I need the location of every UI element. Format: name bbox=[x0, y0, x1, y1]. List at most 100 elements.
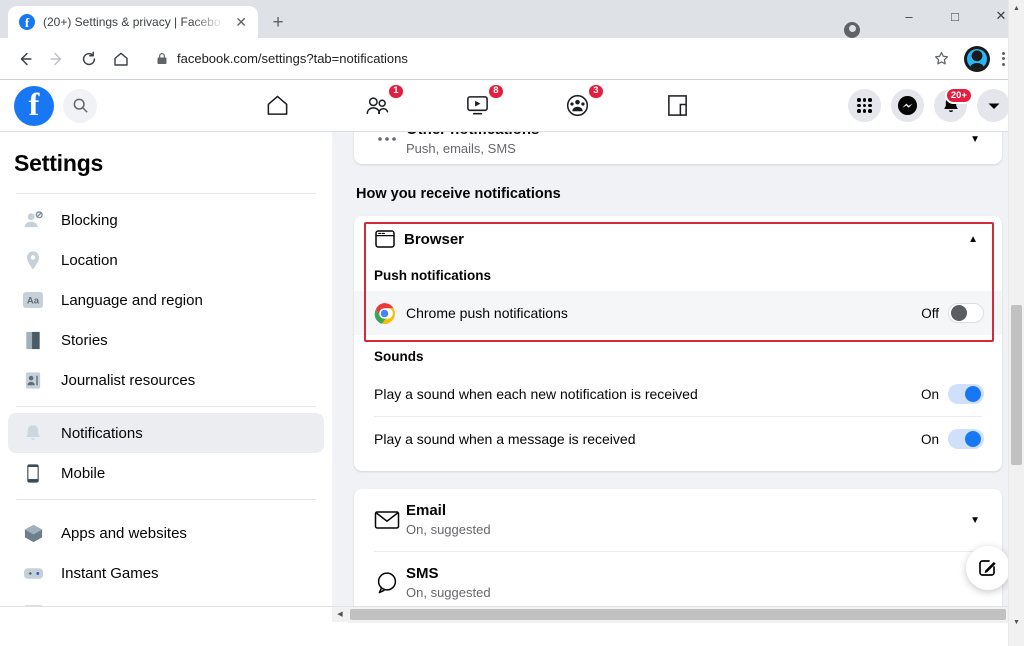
back-icon[interactable] bbox=[10, 44, 40, 74]
window-scrollbar-thumb[interactable] bbox=[1011, 305, 1022, 465]
mobile-icon bbox=[22, 462, 44, 484]
new-tab-button[interactable]: + bbox=[264, 8, 292, 36]
sms-title: SMS bbox=[406, 566, 984, 582]
browser-toolbar: facebook.com/settings?tab=notifications bbox=[0, 38, 1024, 80]
nav-home[interactable] bbox=[257, 85, 299, 127]
chrome-push-toggle[interactable] bbox=[948, 303, 984, 323]
avatar[interactable] bbox=[964, 46, 990, 72]
sidebar-item-notifications[interactable]: Notifications bbox=[8, 413, 324, 453]
messenger-icon[interactable] bbox=[891, 89, 924, 122]
maximize-button[interactable]: □ bbox=[932, 0, 978, 32]
search-icon[interactable] bbox=[63, 89, 97, 123]
sounds-label: Sounds bbox=[354, 335, 1002, 372]
chrome-icon bbox=[374, 303, 395, 324]
nav-groups[interactable]: 3 bbox=[557, 85, 599, 127]
sidebar-item-language[interactable]: Aa Language and region bbox=[8, 280, 324, 320]
email-title: Email bbox=[406, 503, 970, 519]
dots-icon bbox=[372, 136, 402, 142]
sidebar-item-journalist[interactable]: Journalist resources bbox=[8, 360, 324, 400]
window-controls: – □ ✕ bbox=[886, 0, 1024, 38]
badge-friends: 1 bbox=[387, 83, 404, 100]
sms-subtitle: On, suggested bbox=[406, 585, 984, 600]
page-body: Settings Blocking Location Aa bbox=[0, 132, 1024, 606]
home-icon[interactable] bbox=[106, 44, 136, 74]
profile-indicator-icon[interactable] bbox=[844, 22, 860, 38]
nav-friends[interactable]: 1 bbox=[357, 85, 399, 127]
scroll-down-arrow[interactable]: ▼ bbox=[1009, 614, 1024, 630]
sidebar-item-label: Language and region bbox=[61, 292, 203, 309]
sms-texts: SMS On, suggested bbox=[406, 566, 984, 600]
sound-message-toggle[interactable] bbox=[948, 429, 984, 449]
sidebar-item-label: Location bbox=[61, 252, 118, 269]
location-icon bbox=[22, 249, 44, 271]
scroll-up-arrow[interactable]: ▲ bbox=[1009, 0, 1024, 16]
tab-strip: f (20+) Settings & privacy | Facebo ✕ + … bbox=[0, 0, 1024, 38]
browser-section-header[interactable]: Browser ▲ bbox=[354, 216, 1002, 262]
sidebar-item-ads[interactable]: Ads bbox=[8, 633, 324, 646]
chat-bubble-icon bbox=[372, 571, 402, 595]
stories-icon bbox=[22, 329, 44, 351]
browser-section-title: Browser bbox=[404, 231, 968, 248]
facebook-page: f 1 8 3 bbox=[0, 80, 1024, 622]
sidebar-divider bbox=[16, 499, 316, 500]
hscroll-left-arrow[interactable]: ◀ bbox=[332, 611, 348, 618]
games-icon bbox=[22, 562, 44, 584]
facebook-logo[interactable]: f bbox=[14, 86, 54, 126]
nav-center: 1 8 3 bbox=[107, 85, 848, 127]
address-bar[interactable]: facebook.com/settings?tab=notifications bbox=[146, 45, 920, 73]
email-channel-row[interactable]: Email On, suggested ▼ bbox=[354, 489, 1002, 551]
chrome-push-label: Chrome push notifications bbox=[406, 305, 921, 321]
tab-title: (20+) Settings & privacy | Facebo bbox=[43, 15, 224, 29]
sidebar-item-mobile[interactable]: Mobile bbox=[8, 453, 324, 493]
bookmark-star-icon[interactable] bbox=[926, 44, 956, 74]
other-notifications-card[interactable]: Other notifications Push, emails, SMS ▼ bbox=[354, 132, 1002, 164]
bell-icon bbox=[22, 422, 44, 444]
nav-right: 20+ bbox=[848, 89, 1010, 122]
browser-channel-card: Browser ▲ Push notifications bbox=[354, 216, 1002, 471]
facebook-icon: f bbox=[19, 14, 35, 30]
window-scrollbar[interactable]: ▲ ▼ bbox=[1008, 0, 1024, 646]
sidebar-item-label: Stories bbox=[61, 332, 108, 349]
hscroll-left-pad bbox=[0, 607, 332, 623]
sidebar-item-stories[interactable]: Stories bbox=[8, 320, 324, 360]
other-notifications-texts: Other notifications Push, emails, SMS bbox=[406, 132, 970, 156]
account-dropdown-icon[interactable] bbox=[977, 89, 1010, 122]
chevron-down-icon[interactable]: ▼ bbox=[970, 515, 984, 526]
browser-tab[interactable]: f (20+) Settings & privacy | Facebo ✕ bbox=[8, 6, 258, 38]
badge-notifications: 20+ bbox=[945, 87, 973, 104]
sound-message-row[interactable]: Play a sound when a message is received … bbox=[354, 417, 1002, 461]
compose-button[interactable] bbox=[966, 546, 1010, 590]
nav-gaming[interactable] bbox=[657, 85, 699, 127]
sidebar-item-location[interactable]: Location bbox=[8, 240, 324, 280]
sidebar-item-instant-games[interactable]: Instant Games bbox=[8, 553, 324, 593]
forward-icon[interactable] bbox=[42, 44, 72, 74]
hscroll-thumb[interactable] bbox=[350, 609, 1006, 620]
nav-watch[interactable]: 8 bbox=[457, 85, 499, 127]
sidebar-divider bbox=[16, 193, 316, 194]
lock-icon bbox=[156, 52, 168, 65]
chevron-up-icon[interactable]: ▲ bbox=[968, 234, 982, 245]
notifications-bell-icon[interactable]: 20+ bbox=[934, 89, 967, 122]
chevron-down-icon[interactable]: ▼ bbox=[970, 134, 984, 145]
menu-grid-icon[interactable] bbox=[848, 89, 881, 122]
hscroll-track[interactable] bbox=[348, 607, 1008, 623]
sms-channel-row[interactable]: SMS On, suggested bbox=[354, 552, 1002, 606]
chrome-push-row[interactable]: Chrome push notifications Off bbox=[354, 291, 1002, 335]
minimize-button[interactable]: – bbox=[886, 0, 932, 32]
envelope-icon bbox=[372, 509, 402, 531]
close-icon[interactable]: ✕ bbox=[232, 13, 250, 31]
email-texts: Email On, suggested bbox=[406, 503, 970, 537]
page-title: Settings bbox=[0, 146, 332, 187]
sound-message-label: Play a sound when a message is received bbox=[374, 431, 921, 447]
sidebar-item-apps[interactable]: Apps and websites bbox=[8, 513, 324, 553]
channels-card: Email On, suggested ▼ SMS On, suggested bbox=[354, 489, 1002, 606]
reload-icon[interactable] bbox=[74, 44, 104, 74]
sound-notification-toggle[interactable] bbox=[948, 384, 984, 404]
horizontal-scrollbar[interactable]: ◀ ▶ bbox=[0, 606, 1024, 622]
sidebar-item-label: Blocking bbox=[61, 212, 118, 229]
sidebar-item-blocking[interactable]: Blocking bbox=[8, 200, 324, 240]
sound-notification-row[interactable]: Play a sound when each new notification … bbox=[354, 372, 1002, 416]
settings-sidebar: Settings Blocking Location Aa bbox=[0, 132, 332, 606]
sound-message-state: On bbox=[921, 432, 939, 447]
apps-icon bbox=[22, 522, 44, 544]
